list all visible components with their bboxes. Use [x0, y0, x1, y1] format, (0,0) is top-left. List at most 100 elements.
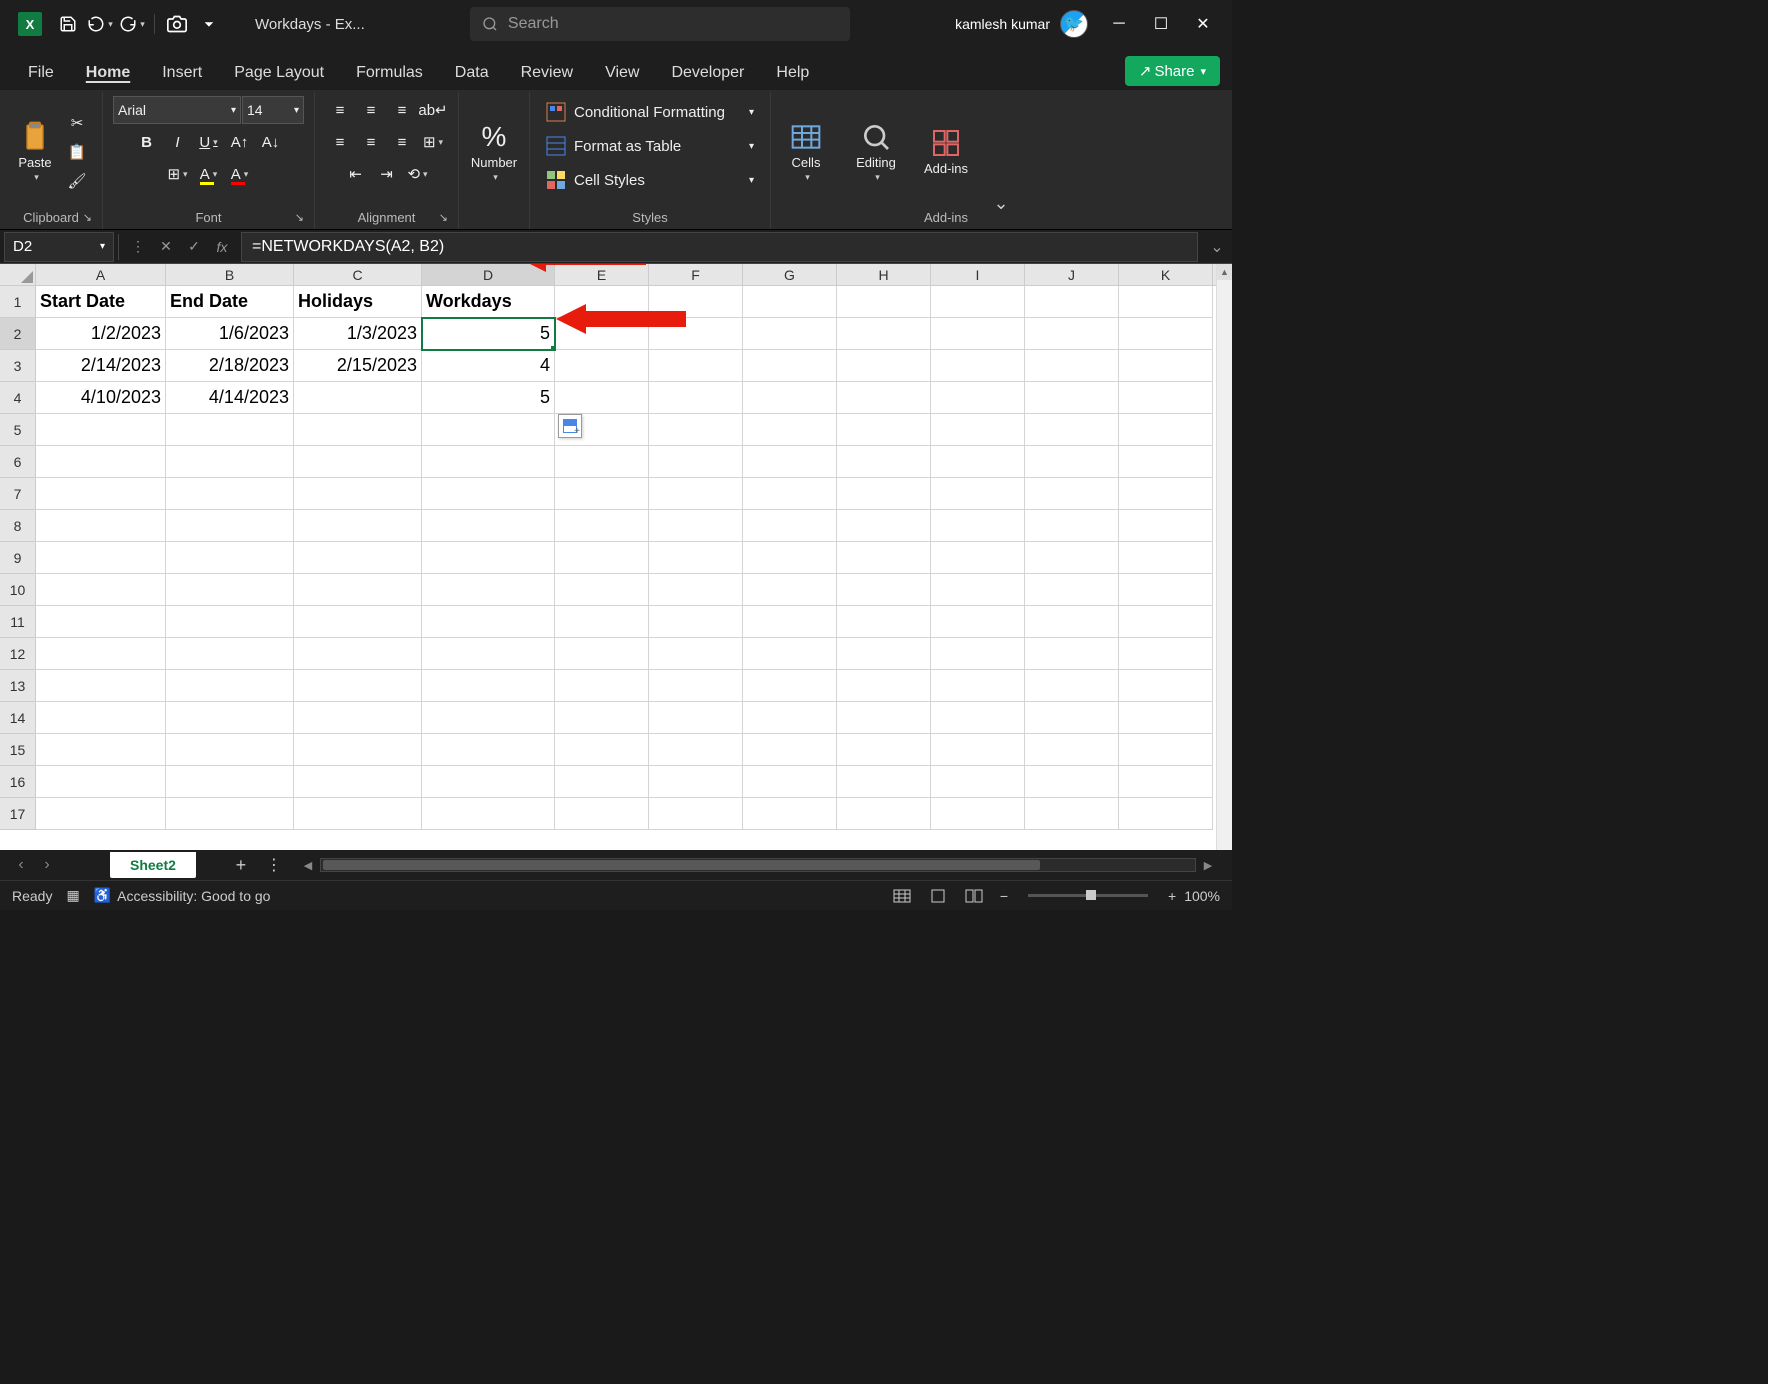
- cell-C15[interactable]: [294, 734, 422, 766]
- cell-C12[interactable]: [294, 638, 422, 670]
- row-header-14[interactable]: 14: [0, 702, 36, 734]
- cell-C3[interactable]: 2/15/2023: [294, 350, 422, 382]
- formula-input[interactable]: =NETWORKDAYS(A2, B2): [241, 232, 1198, 262]
- share-button[interactable]: Share: [1125, 56, 1220, 86]
- cell-J9[interactable]: [1025, 542, 1119, 574]
- cell-F14[interactable]: [649, 702, 743, 734]
- cell-K2[interactable]: [1119, 318, 1213, 350]
- col-header-k[interactable]: K: [1119, 264, 1213, 285]
- cell-A6[interactable]: [36, 446, 166, 478]
- cell-H10[interactable]: [837, 574, 931, 606]
- tab-review[interactable]: Review: [505, 56, 589, 90]
- cell-D9[interactable]: [422, 542, 555, 574]
- cell-K7[interactable]: [1119, 478, 1213, 510]
- col-header-b[interactable]: B: [166, 264, 294, 285]
- tab-insert[interactable]: Insert: [146, 56, 218, 90]
- cell-D10[interactable]: [422, 574, 555, 606]
- cell-G17[interactable]: [743, 798, 837, 830]
- cell-C16[interactable]: [294, 766, 422, 798]
- cell-K15[interactable]: [1119, 734, 1213, 766]
- cell-K9[interactable]: [1119, 542, 1213, 574]
- cell-B5[interactable]: [166, 414, 294, 446]
- cell-H1[interactable]: [837, 286, 931, 318]
- cell-C9[interactable]: [294, 542, 422, 574]
- zoom-out-button[interactable]: −: [1000, 888, 1008, 904]
- select-all-corner[interactable]: [0, 264, 36, 286]
- ribbon-collapse-button[interactable]: ⌄: [981, 92, 1021, 229]
- formula-bar-expand-button[interactable]: ⌄: [1202, 237, 1232, 257]
- cell-E6[interactable]: [555, 446, 649, 478]
- tab-home[interactable]: Home: [70, 56, 146, 90]
- row-header-7[interactable]: 7: [0, 478, 36, 510]
- cell-B16[interactable]: [166, 766, 294, 798]
- cell-E12[interactable]: [555, 638, 649, 670]
- cell-B3[interactable]: 2/18/2023: [166, 350, 294, 382]
- zoom-in-button[interactable]: +: [1168, 888, 1176, 904]
- cell-F10[interactable]: [649, 574, 743, 606]
- sheet-nav-prev[interactable]: ‹: [8, 852, 34, 878]
- cell-F7[interactable]: [649, 478, 743, 510]
- cell-A3[interactable]: 2/14/2023: [36, 350, 166, 382]
- cell-K3[interactable]: [1119, 350, 1213, 382]
- cell-B9[interactable]: [166, 542, 294, 574]
- tab-file[interactable]: File: [12, 56, 70, 90]
- font-size-combo[interactable]: 14: [242, 96, 304, 124]
- font-launcher-icon[interactable]: ↘: [295, 211, 304, 224]
- zoom-level[interactable]: 100%: [1184, 888, 1220, 904]
- cell-K6[interactable]: [1119, 446, 1213, 478]
- cell-D8[interactable]: [422, 510, 555, 542]
- cell-E7[interactable]: [555, 478, 649, 510]
- row-header-9[interactable]: 9: [0, 542, 36, 574]
- col-header-i[interactable]: I: [931, 264, 1025, 285]
- cell-K14[interactable]: [1119, 702, 1213, 734]
- cell-G14[interactable]: [743, 702, 837, 734]
- scroll-up-button[interactable]: ▲: [1217, 264, 1232, 280]
- row-header-3[interactable]: 3: [0, 350, 36, 382]
- cell-H6[interactable]: [837, 446, 931, 478]
- sheet-options-button[interactable]: ⋮: [256, 855, 292, 875]
- tab-page-layout[interactable]: Page Layout: [218, 56, 340, 90]
- user-account[interactable]: kamlesh kumar 🐦: [955, 10, 1088, 38]
- cell-C4[interactable]: [294, 382, 422, 414]
- cell-B17[interactable]: [166, 798, 294, 830]
- row-header-13[interactable]: 13: [0, 670, 36, 702]
- cell-J5[interactable]: [1025, 414, 1119, 446]
- cell-J2[interactable]: [1025, 318, 1119, 350]
- cells-button[interactable]: Cells: [781, 111, 831, 193]
- cell-J8[interactable]: [1025, 510, 1119, 542]
- col-header-h[interactable]: H: [837, 264, 931, 285]
- minimize-button[interactable]: ─: [1098, 3, 1140, 45]
- cell-A11[interactable]: [36, 606, 166, 638]
- cell-G12[interactable]: [743, 638, 837, 670]
- add-sheet-button[interactable]: +: [226, 852, 256, 878]
- alignment-launcher-icon[interactable]: ↘: [439, 211, 448, 224]
- sheet-tab-active[interactable]: Sheet2: [110, 852, 196, 878]
- cell-C2[interactable]: 1/3/2023: [294, 318, 422, 350]
- font-color-button[interactable]: A: [225, 160, 255, 188]
- cell-F12[interactable]: [649, 638, 743, 670]
- cell-E9[interactable]: [555, 542, 649, 574]
- cell-A13[interactable]: [36, 670, 166, 702]
- qat-customize-button[interactable]: ⏷: [193, 8, 225, 40]
- borders-button[interactable]: ⊞: [163, 160, 193, 188]
- cell-A12[interactable]: [36, 638, 166, 670]
- cell-B2[interactable]: 1/6/2023: [166, 318, 294, 350]
- cell-I10[interactable]: [931, 574, 1025, 606]
- col-header-f[interactable]: F: [649, 264, 743, 285]
- hscroll-left-button[interactable]: ◀: [300, 859, 316, 872]
- macro-record-icon[interactable]: ▦: [66, 887, 79, 904]
- camera-button[interactable]: [161, 8, 193, 40]
- formula-more-button[interactable]: ⋮: [125, 234, 151, 260]
- cell-I9[interactable]: [931, 542, 1025, 574]
- cell-I16[interactable]: [931, 766, 1025, 798]
- cell-E17[interactable]: [555, 798, 649, 830]
- cell-K17[interactable]: [1119, 798, 1213, 830]
- cell-F5[interactable]: [649, 414, 743, 446]
- hscroll-right-button[interactable]: ▶: [1200, 859, 1216, 872]
- cell-J4[interactable]: [1025, 382, 1119, 414]
- underline-button[interactable]: U: [194, 128, 224, 156]
- cell-H11[interactable]: [837, 606, 931, 638]
- cell-K8[interactable]: [1119, 510, 1213, 542]
- close-button[interactable]: ✕: [1182, 3, 1224, 45]
- cell-B14[interactable]: [166, 702, 294, 734]
